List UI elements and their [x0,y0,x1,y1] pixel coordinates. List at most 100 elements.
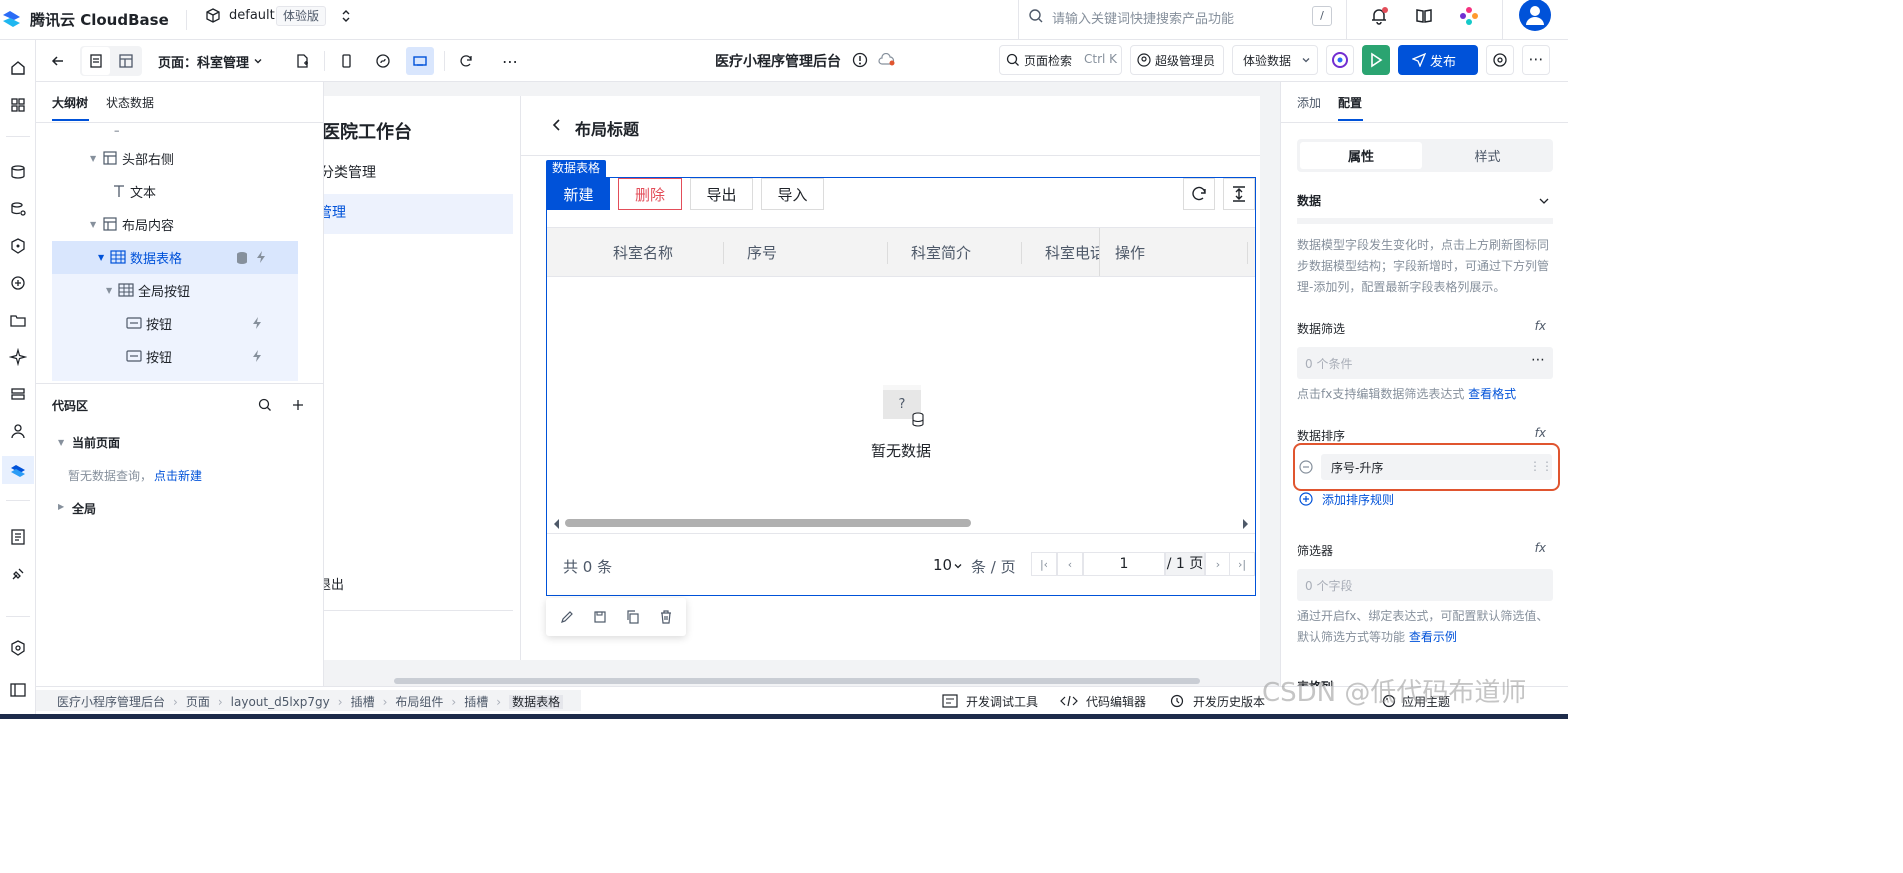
column-header[interactable]: 科室电话 [1045,228,1099,276]
run-button[interactable] [1362,45,1390,75]
component-selection-tag[interactable]: 数据表格 [546,160,607,177]
tree-item-global-buttons[interactable]: ▼ 全局按钮 [52,274,298,307]
history-label[interactable]: 开发历史版本 [1193,693,1265,710]
code-editor-label[interactable]: 代码编辑器 [1086,693,1146,710]
code-brackets-icon[interactable] [1060,694,1078,708]
column-header[interactable]: 科室名称 [613,228,673,276]
colorful-spark-icon[interactable] [1459,6,1479,26]
debug-tool-label[interactable]: 开发调试工具 [966,693,1038,710]
fx-toggle-icon[interactable]: fx [1535,541,1546,555]
data-mode-selector[interactable]: 体验数据 [1232,45,1318,75]
mobile-preview-icon[interactable] [334,47,358,75]
breadcrumb-item[interactable]: 页面 [186,695,210,709]
lightning-icon[interactable] [254,250,268,264]
caret-down-icon[interactable]: ▼ [58,438,64,447]
chevron-down-icon[interactable] [1538,196,1550,206]
chevron-down-icon[interactable] [953,561,963,571]
lightning-icon[interactable] [250,316,264,330]
import-button[interactable]: 导入 [761,178,824,210]
caret-down-icon[interactable]: ▼ [106,286,112,295]
breadcrumb-item[interactable]: 插槽 [351,695,375,709]
app-menu-item[interactable]: 管理 [324,202,346,222]
tree-item-button[interactable]: 按钮 [52,307,298,340]
add-icon[interactable] [291,398,305,412]
delete-trash-icon[interactable] [659,610,673,624]
tab-config[interactable]: 配置 [1338,94,1362,111]
new-button[interactable]: 新建 [547,178,610,210]
breadcrumb-item-current[interactable]: 数据表格 [509,695,564,709]
tree-item-layout-content[interactable]: ▼ 布局内容 [52,208,298,241]
cloud-sync-icon[interactable] [878,53,896,67]
breadcrumb-item[interactable]: 插槽 [464,695,488,709]
fx-toggle-icon[interactable]: fx [1535,426,1546,440]
list-view-icon[interactable] [82,47,110,75]
fx-toggle-icon[interactable]: fx [1535,319,1546,333]
add-circle-icon[interactable] [1299,492,1313,506]
debug-tool-icon[interactable] [942,694,958,708]
function-icon[interactable] [9,274,27,292]
document-list-icon[interactable] [9,528,27,546]
view-format-link[interactable]: 查看格式 [1468,387,1516,401]
info-circle-icon[interactable] [852,52,868,68]
caret-right-icon[interactable]: ▶ [58,502,64,511]
data-section-title[interactable]: 数据 [1297,192,1321,209]
caret-down-icon[interactable]: ▼ [90,220,96,229]
page-number-input[interactable]: 1 [1083,552,1165,576]
scroll-left-arrow-icon[interactable] [553,519,561,529]
column-header[interactable]: 序号 [747,228,777,276]
column-header[interactable]: 操作 [1115,228,1145,276]
refresh-icon[interactable] [454,47,478,75]
cube-settings-icon[interactable] [9,639,27,657]
table-density-button[interactable] [1223,178,1255,210]
ai-sparkle-icon[interactable] [9,348,27,366]
app-menu-item[interactable]: 分类管理 [324,162,376,182]
column-header[interactable]: 科室简介 [911,228,971,276]
save-icon[interactable] [593,610,607,624]
breadcrumb-item[interactable]: 布局组件 [395,695,443,709]
tab-state-data[interactable]: 状态数据 [106,94,154,111]
sort-rule-item[interactable]: 序号-升序 ⋮⋮ [1321,454,1553,480]
page-search-button[interactable]: 页面检索 Ctrl K [999,45,1122,75]
more-icon[interactable]: ⋯ [1531,352,1545,368]
tree-item-data-table[interactable]: ▼ 数据表格 [52,241,298,274]
tab-outline-tree[interactable]: 大纲树 [52,94,88,111]
publish-button[interactable]: 发布 [1398,45,1478,75]
data-filter-field[interactable]: 0 个条件 ⋯ [1297,347,1553,379]
prev-page-button[interactable]: ‹ [1057,552,1083,576]
more-icon[interactable]: ⋯ [1522,45,1550,75]
export-button[interactable]: 导出 [690,178,753,210]
horizontal-scrollbar-thumb[interactable] [565,519,971,527]
segment-style[interactable]: 样式 [1425,142,1550,169]
folder-icon[interactable] [9,311,27,329]
edit-pencil-icon[interactable] [560,610,574,624]
storage-icon[interactable] [9,385,27,403]
next-page-button[interactable]: › [1205,552,1231,576]
view-example-link[interactable]: 查看示例 [1409,630,1457,644]
ai-assistant-button[interactable] [1326,45,1354,75]
more-icon[interactable]: ⋯ [498,47,522,75]
logout-link[interactable]: 退出 [324,574,344,593]
delete-button[interactable]: 删除 [618,178,682,210]
canvas-horizontal-scrollbar[interactable] [394,678,1200,684]
user-avatar[interactable] [1519,0,1551,31]
selector-field[interactable]: 0 个字段 [1297,569,1553,601]
last-page-button[interactable]: ›| [1229,552,1255,576]
datasource-field-partial[interactable] [1297,218,1553,224]
add-sort-rule-link[interactable]: 添加排序规则 [1322,491,1394,508]
caret-down-icon[interactable]: ▼ [90,154,96,163]
drag-handle-icon[interactable]: ⋮⋮ [1529,459,1553,473]
global-node[interactable]: 全局 [72,500,96,517]
chevron-left-icon[interactable] [551,118,563,132]
page-selector-label[interactable]: 页面：科室管理 [158,52,249,71]
shield-icon[interactable] [9,237,27,255]
back-arrow-icon[interactable] [46,47,70,75]
database-icon[interactable] [9,163,27,181]
scroll-right-arrow-icon[interactable] [1241,519,1249,529]
current-page-node[interactable]: 当前页面 [72,434,120,451]
remove-circle-icon[interactable] [1299,460,1313,474]
bell-icon[interactable] [1369,6,1389,26]
chevron-down-icon[interactable] [252,55,264,67]
tab-add[interactable]: 添加 [1297,94,1321,111]
data-table-component[interactable]: 新建 删除 导出 导入 科室名称 序号 科室简介 科室电话 操作 ? 暂无数据 [546,177,1256,596]
table-refresh-button[interactable] [1183,178,1215,210]
